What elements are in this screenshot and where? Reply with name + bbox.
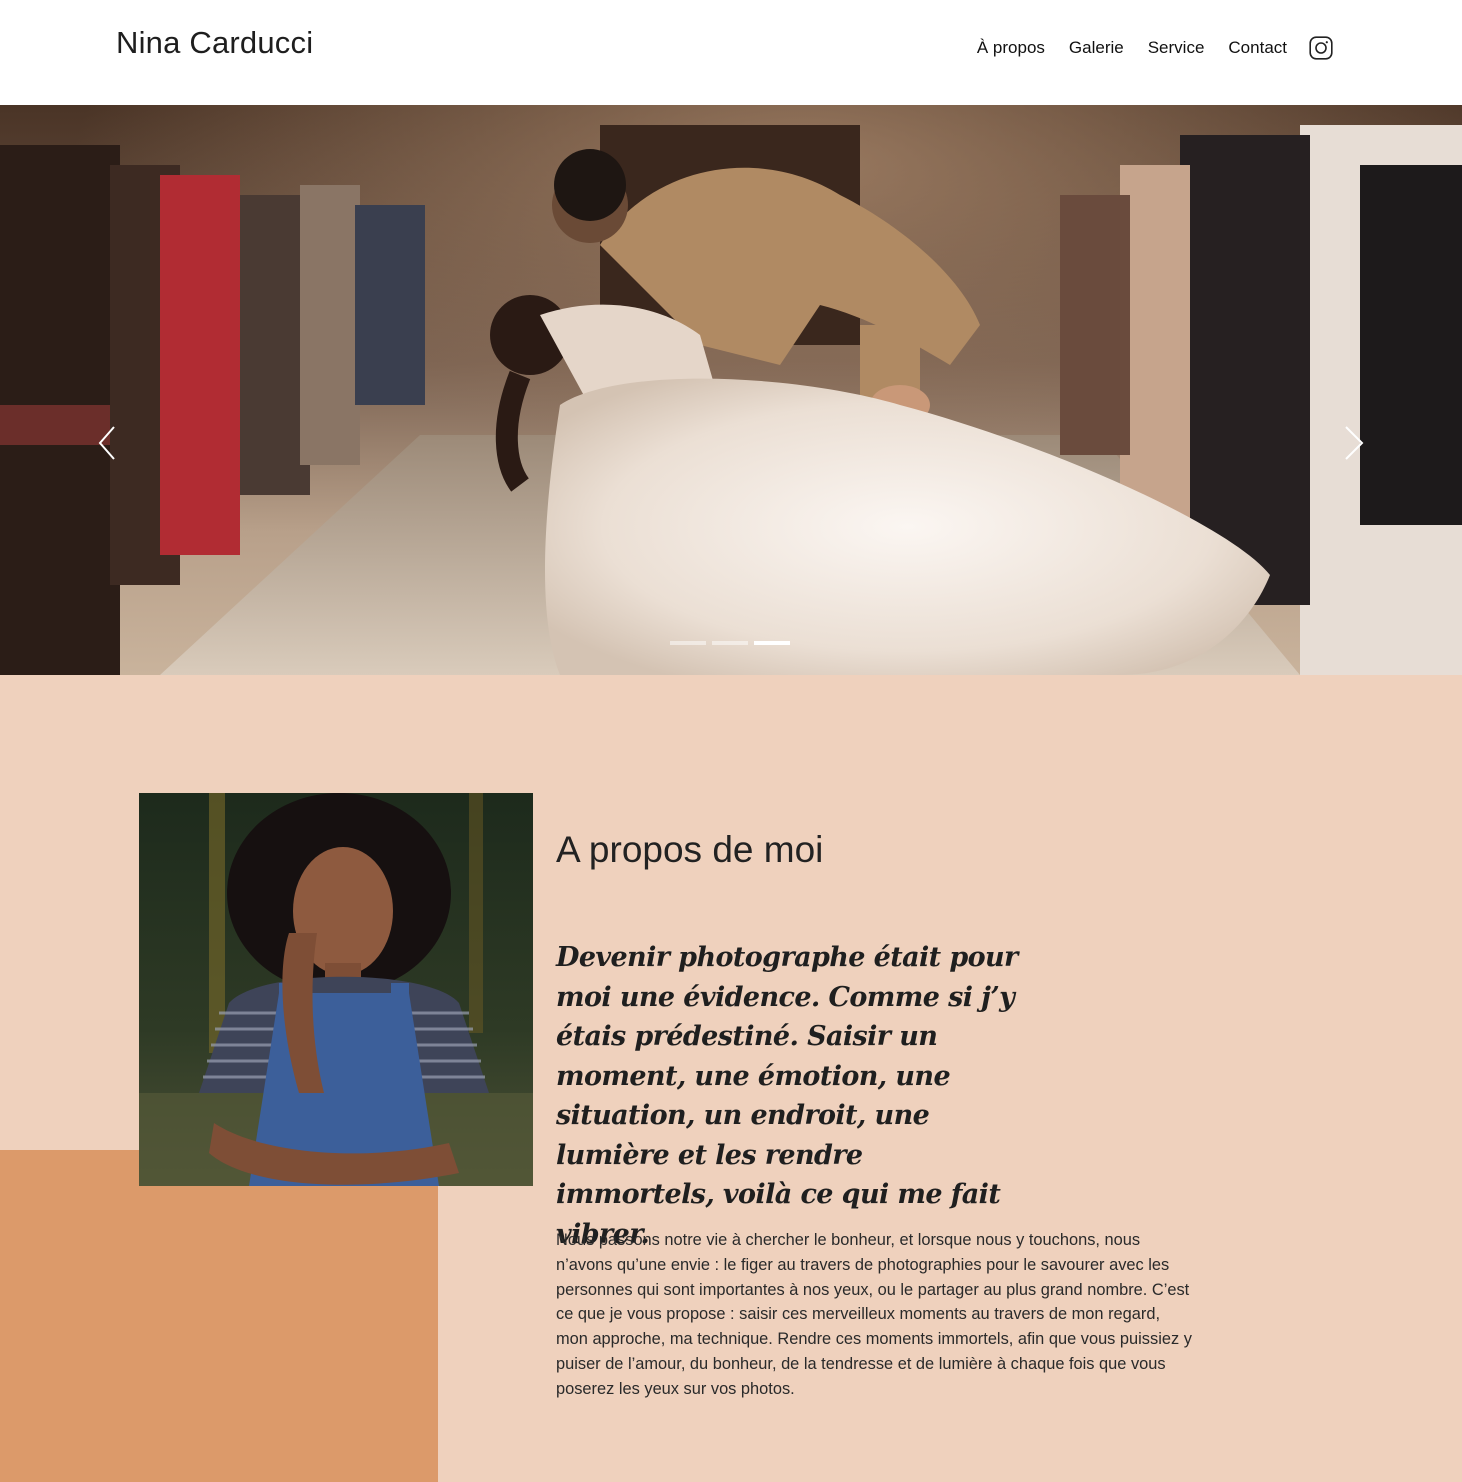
brand-logo[interactable]: Nina Carducci bbox=[116, 24, 313, 62]
accent-block bbox=[0, 1150, 438, 1482]
about-title: A propos de moi bbox=[556, 829, 824, 870]
nav-link-a-propos[interactable]: À propos bbox=[977, 36, 1045, 60]
wedding-kiss-photo bbox=[0, 105, 1462, 675]
carousel-indicators bbox=[670, 641, 796, 645]
carousel-indicator-1[interactable] bbox=[670, 641, 706, 645]
hero-carousel bbox=[0, 105, 1462, 675]
carousel-indicator-2[interactable] bbox=[712, 641, 748, 645]
about-quote: Devenir photographe était pour moi une é… bbox=[556, 942, 1018, 1250]
chevron-right-icon bbox=[1345, 426, 1364, 460]
about-text: Nous passons notre vie à chercher le bon… bbox=[556, 1231, 1192, 1398]
site-header: Nina Carducci À propos Galerie Service C… bbox=[0, 0, 1462, 105]
carousel-prev-button[interactable] bbox=[94, 423, 124, 463]
chevron-left-icon bbox=[98, 426, 115, 460]
nav-link-contact[interactable]: Contact bbox=[1228, 36, 1287, 60]
portrait-photo bbox=[139, 793, 533, 1186]
main-nav: À propos Galerie Service Contact bbox=[977, 36, 1333, 60]
instagram-icon[interactable] bbox=[1309, 36, 1333, 60]
nav-link-service[interactable]: Service bbox=[1148, 36, 1205, 60]
about-section: A propos de moi Devenir photographe étai… bbox=[0, 675, 1462, 1482]
carousel-indicator-3[interactable] bbox=[754, 641, 790, 645]
carousel-next-button[interactable] bbox=[1338, 423, 1368, 463]
nav-link-galerie[interactable]: Galerie bbox=[1069, 36, 1124, 60]
